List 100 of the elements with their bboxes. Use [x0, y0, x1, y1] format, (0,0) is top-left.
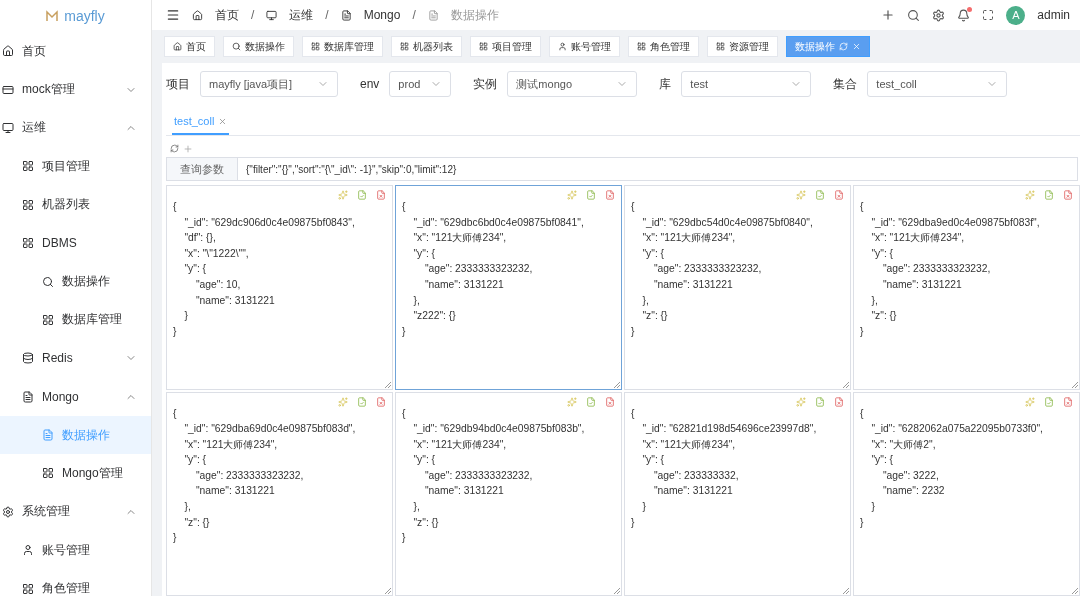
- close-icon[interactable]: [218, 116, 228, 126]
- document-editor[interactable]: { "_id": "629dbc54d0c4e09875bf0840", "x": "121大师傅234", "y": { "age": 2333333323232, "name": 3131221 }, "z": {} }: [624, 185, 851, 390]
- search-icon[interactable]: [907, 8, 921, 22]
- breadcrumb-item[interactable]: 首页: [215, 6, 239, 24]
- document-editor[interactable]: { "_id": "629dba69d0c4e09875bf083d", "x": "121大师傅234", "y": { "age": 2333333323232, "name": 3131221 }, "z": {} }: [166, 391, 393, 596]
- home-icon: [192, 9, 203, 21]
- select-field[interactable]: prod: [389, 71, 452, 97]
- sidebar-item[interactable]: 角色管理: [0, 569, 151, 596]
- sparkle-icon[interactable]: [567, 190, 577, 200]
- file-x-icon[interactable]: [376, 190, 386, 200]
- grid-icon: [637, 42, 646, 51]
- tag-tab[interactable]: 机器列表: [391, 36, 462, 57]
- select-field[interactable]: mayfly [java项目]: [200, 71, 338, 97]
- sidebar-item[interactable]: DBMS: [0, 223, 151, 263]
- bell-icon[interactable]: [957, 8, 971, 22]
- resize-handle[interactable]: [385, 381, 391, 388]
- logo-icon: [46, 10, 59, 22]
- document-editor[interactable]: { "_id": "629dba9ed0c4e09875bf083f", "x": "121大师傅234", "y": { "age": 2333333323232, "name": 3131221 }, "z": {} }: [853, 185, 1080, 390]
- file-check-icon[interactable]: [1044, 396, 1054, 407]
- tag-tab[interactable]: 数据操作: [223, 36, 294, 57]
- file-check-icon[interactable]: [815, 396, 825, 407]
- file-check-icon[interactable]: [815, 190, 825, 200]
- user-name[interactable]: admin: [1037, 8, 1070, 22]
- sidebar-item[interactable]: 项目管理: [0, 147, 151, 186]
- sidebar-item[interactable]: 数据库管理: [0, 300, 151, 340]
- resize-handle[interactable]: [843, 588, 849, 594]
- file-x-icon[interactable]: [834, 190, 844, 200]
- resize-handle[interactable]: [614, 588, 620, 594]
- breadcrumb-item[interactable]: 运维: [289, 6, 314, 24]
- document-editor[interactable]: { "_id": "629db94bd0c4e09875bf083b", "x": "121大师傅234", "y": { "age": 2333333323232, "name": 3131221 }, "z": {} }: [395, 391, 622, 596]
- file-x-icon[interactable]: [1063, 190, 1073, 200]
- file-check-icon[interactable]: [1044, 190, 1054, 200]
- query-label: 查询参数: [166, 157, 238, 181]
- file-x-icon[interactable]: [1063, 396, 1073, 407]
- document-editor[interactable]: { "_id": "629dbc6bd0c4e09875bf0841", "x": "121大师傅234", "y": { "age": 2333333323232, "name": 3131221 }, "z222": {} }: [395, 185, 622, 390]
- sidebar-item[interactable]: 系统管理: [0, 492, 151, 532]
- refresh-icon[interactable]: [839, 42, 848, 51]
- document-json: { "_id": "629dba9ed0c4e09875bf083f", "x": "121大师傅234", "y": { "age": 2333333323232, "name": 3131221 }, "z": {} }: [860, 200, 1041, 339]
- query-field[interactable]: {"filter":"{}","sort":"{\"_id\": -1}","skip":0,"limit":12}: [238, 157, 1078, 181]
- sidebar-item[interactable]: 运维: [0, 108, 151, 148]
- document-json: { "_id": "629dbc54d0c4e09875bf0840", "x": "121大师傅234", "y": { "age": 2333333323232, "name": 3131221 }, "z": {} }: [631, 200, 814, 339]
- file-x-icon[interactable]: [605, 396, 615, 407]
- sidebar-item[interactable]: Redis: [0, 339, 151, 378]
- settings-icon[interactable]: [932, 8, 946, 22]
- filter-label: env: [360, 77, 380, 91]
- refresh-icon[interactable]: [170, 144, 179, 153]
- resize-handle[interactable]: [843, 381, 849, 388]
- document-editor[interactable]: { "_id": "62821d198d54696ce23997d8", "x": "121大师傅234", "y": { "age": 233333332, "name": 3131221 } }: [624, 391, 851, 596]
- user-icon: [558, 42, 567, 51]
- sparkle-icon[interactable]: [338, 396, 348, 407]
- close-icon[interactable]: [852, 42, 861, 51]
- file-check-icon[interactable]: [357, 190, 367, 200]
- sparkle-icon[interactable]: [796, 190, 806, 200]
- file-x-icon[interactable]: [834, 396, 844, 407]
- resize-handle[interactable]: [614, 381, 620, 388]
- document-json: { "_id": "62821d198d54696ce23997d8", "x": "121大师傅234", "y": { "age": 233333332, "name": 3131221 } }: [631, 406, 818, 530]
- filter-label: 库: [659, 75, 672, 93]
- file-check-icon[interactable]: [586, 190, 596, 200]
- sidebar-item[interactable]: 数据操作: [0, 262, 151, 301]
- grid-icon: [716, 42, 725, 51]
- file-check-icon[interactable]: [586, 396, 596, 407]
- document-json: { "_id": "6282062a075a22095b0733f0", "x": "大师傅2", "y": { "age": 3222, "name": 2232 } }: [860, 406, 1044, 530]
- search-icon: [232, 42, 241, 51]
- document-editor[interactable]: { "_id": "6282062a075a22095b0733f0", "x": "大师傅2", "y": { "age": 3222, "name": 2232 } }: [853, 391, 1080, 596]
- sparkle-icon[interactable]: [1025, 190, 1035, 200]
- tag-tab[interactable]: 角色管理: [628, 36, 699, 57]
- tag-tab[interactable]: 账号管理: [549, 36, 620, 57]
- breadcrumb-item[interactable]: Mongo: [363, 8, 401, 22]
- breadcrumb-item: 数据操作: [450, 6, 499, 24]
- fullscreen-icon[interactable]: [982, 9, 995, 21]
- document-editor[interactable]: { "_id": "629dc906d0c4e09875bf0843", "df": {}, "x": "\"1222\"", "y": { "age": 10, "name": 3131221 } }: [166, 185, 393, 390]
- document-icon: [340, 9, 352, 21]
- tag-tab[interactable]: 首页: [164, 36, 215, 57]
- file-check-icon[interactable]: [357, 396, 367, 407]
- sidebar-item[interactable]: 账号管理: [0, 531, 151, 570]
- sidebar-item[interactable]: Mongo管理: [0, 454, 151, 493]
- sidebar-item[interactable]: mock管理: [0, 70, 151, 109]
- file-x-icon[interactable]: [376, 396, 386, 407]
- resize-handle[interactable]: [1072, 381, 1078, 388]
- logo-text: mayfly: [64, 8, 105, 24]
- home-icon: [173, 42, 182, 51]
- tag-tab[interactable]: 资源管理: [707, 36, 778, 57]
- sparkle-icon[interactable]: [567, 396, 577, 407]
- sidebar-item[interactable]: Mongo: [0, 377, 151, 416]
- select-field[interactable]: 测试mongo: [507, 71, 638, 97]
- sparkle-icon[interactable]: [1025, 396, 1035, 407]
- plus-icon[interactable]: [183, 144, 193, 154]
- sparkle-icon[interactable]: [796, 396, 806, 407]
- file-x-icon[interactable]: [605, 190, 615, 200]
- resize-handle[interactable]: [385, 588, 391, 594]
- select-field[interactable]: test: [681, 71, 812, 97]
- breadcrumb-separator: /: [325, 8, 329, 22]
- select-field[interactable]: test_coll: [867, 71, 1008, 97]
- plus-icon[interactable]: [881, 8, 896, 22]
- tag-tab[interactable]: 项目管理: [470, 36, 541, 57]
- sidebar-item[interactable]: 机器列表: [0, 185, 151, 224]
- sparkle-icon[interactable]: [338, 190, 348, 200]
- tag-tab[interactable]: 数据库管理: [302, 36, 383, 57]
- resize-handle[interactable]: [1072, 588, 1078, 594]
- sidebar-item[interactable]: 首页: [0, 32, 151, 71]
